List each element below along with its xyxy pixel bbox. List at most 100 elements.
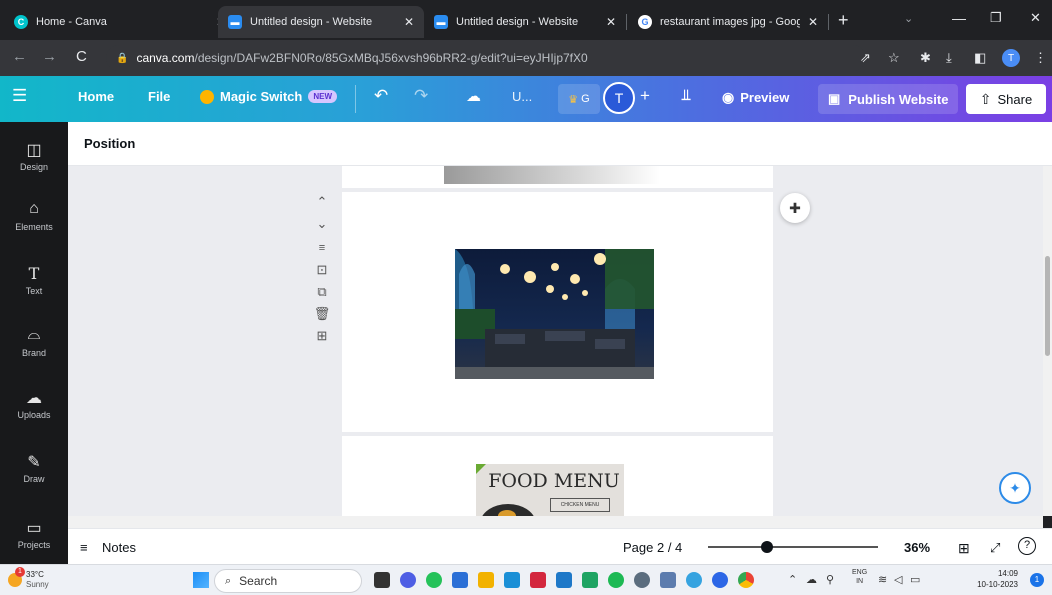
home-link[interactable]: Home	[78, 89, 114, 104]
sidebar-item-draw[interactable]: ✎ Draw	[0, 452, 68, 484]
fullscreen-expand-icon[interactable]: ⤢	[990, 540, 1000, 556]
play-store-icon[interactable]	[582, 572, 598, 588]
weather-widget[interactable]: 1 33°C Sunny	[8, 567, 68, 592]
cloud-icon[interactable]: ☁	[806, 573, 817, 586]
preview-button[interactable]: ◉ Preview	[722, 89, 789, 106]
restore-icon[interactable]: ❐	[990, 10, 1002, 26]
move-up-icon[interactable]: ⌃	[313, 194, 331, 210]
clock[interactable]: 14:09 10-10-2023	[968, 568, 1018, 590]
edge-icon[interactable]	[686, 572, 702, 588]
app-icon[interactable]	[556, 572, 572, 588]
address-bar[interactable]: 🔒 canva.com/design/DAFw2BFN0Ro/85GxMBqJ5…	[106, 45, 866, 71]
sidebar-item-projects[interactable]: ▭ Projects	[0, 518, 68, 550]
upgrade-crown-button[interactable]: ♛ G	[558, 84, 600, 114]
extensions-puzzle-icon[interactable]: ✱	[920, 50, 931, 66]
lock-page-icon[interactable]: ⊡	[313, 262, 331, 278]
microphone-icon[interactable]: ⚲	[826, 573, 834, 586]
sidebar-item-uploads[interactable]: ☁ Uploads	[0, 388, 68, 420]
share-button[interactable]: ⇧ Share	[966, 84, 1046, 114]
restaurant-interior-image[interactable]	[455, 249, 654, 379]
delete-page-icon[interactable]: 🗑	[313, 306, 331, 322]
close-icon[interactable]: ✕	[404, 15, 414, 29]
scroll-thumb[interactable]	[1045, 256, 1050, 356]
side-panel-icon[interactable]: ◧	[974, 50, 986, 66]
download-icon[interactable]: ⤓	[946, 50, 952, 66]
mcafee-icon[interactable]	[530, 572, 546, 588]
page-indicator[interactable]: Page 2 / 4	[623, 540, 682, 555]
redo-icon[interactable]: ↷	[414, 86, 428, 106]
close-icon[interactable]: ✕	[808, 15, 818, 29]
zoom-app-icon[interactable]	[712, 572, 728, 588]
meet-icon[interactable]	[400, 572, 416, 588]
add-collaborator-plus-icon[interactable]: +	[640, 86, 650, 106]
share-page-icon[interactable]: ⇗	[860, 50, 871, 66]
settings-gear-icon[interactable]	[634, 572, 650, 588]
design-title[interactable]: U...	[512, 89, 532, 104]
vertical-scrollbar[interactable]	[1043, 166, 1052, 516]
duplicate-page-icon[interactable]: ⧉	[313, 284, 331, 300]
add-comment-icon[interactable]: ✚	[780, 193, 810, 223]
tab-home-canva[interactable]: C Home - Canva ✕	[4, 6, 236, 38]
sidebar-item-design[interactable]: ◫ Design	[0, 140, 68, 172]
new-tab-plus-icon[interactable]: +	[838, 10, 849, 31]
zoom-slider-knob[interactable]	[760, 541, 773, 553]
tab-google-search[interactable]: G restaurant images jpg - Google S ✕	[628, 6, 828, 38]
notes-button[interactable]: Notes	[102, 540, 136, 555]
whatsapp-icon[interactable]	[426, 572, 442, 588]
position-button[interactable]: Position	[84, 136, 135, 151]
chrome-menu-icon[interactable]: ⋮	[1034, 50, 1047, 66]
zoom-slider-track[interactable]	[708, 541, 878, 553]
profile-avatar[interactable]: T	[1002, 49, 1020, 67]
wifi-icon[interactable]: ≋	[878, 573, 887, 586]
canvas-workspace[interactable]: ⌃ ⌄ ≡ ⊡ ⧉ 🗑 ⊞ FOOD MENU CHICKEN MENU ✚ ⌃…	[68, 166, 1043, 516]
reload-icon[interactable]: C	[76, 48, 87, 65]
spotify-icon[interactable]	[608, 572, 624, 588]
linkedin-icon[interactable]	[504, 572, 520, 588]
battery-icon[interactable]: ▭	[910, 573, 920, 586]
undo-icon[interactable]: ↶	[374, 86, 388, 106]
page-3[interactable]: FOOD MENU CHICKEN MENU	[342, 436, 773, 516]
volume-icon[interactable]: ◁	[894, 573, 902, 586]
insights-chart-icon[interactable]: ⫫	[682, 87, 690, 104]
tab-untitled-design-active[interactable]: ▬ Untitled design - Website ✕	[218, 6, 424, 38]
zoom-level[interactable]: 36%	[904, 540, 930, 555]
page-notes-icon[interactable]: ≡	[313, 242, 331, 254]
magic-switch-button[interactable]: Magic Switch NEW	[200, 89, 338, 104]
show-hidden-icons-chevron-icon[interactable]: ⌃	[788, 573, 797, 586]
language-indicator[interactable]: ENG IN	[852, 568, 867, 586]
notepad-icon[interactable]	[660, 572, 676, 588]
move-down-icon[interactable]: ⌄	[313, 216, 331, 232]
taskbar-search[interactable]: ⌕ Search	[214, 569, 362, 593]
add-page-icon[interactable]: ⊞	[313, 328, 331, 344]
hamburger-menu-icon[interactable]: ☰	[12, 86, 27, 106]
back-arrow-icon[interactable]: ←	[12, 48, 27, 65]
close-icon[interactable]: ✕	[606, 15, 616, 29]
sidebar-item-elements[interactable]: ⌂ Elements	[0, 200, 68, 232]
tab-search-chevron-icon[interactable]: ⌄	[904, 12, 913, 25]
page-1-bottom[interactable]	[342, 166, 773, 188]
magic-assistant-sparkle-icon[interactable]: ✦	[999, 472, 1031, 504]
window-close-icon[interactable]: ✕	[1030, 10, 1041, 26]
page-2[interactable]	[342, 192, 773, 432]
grid-view-icon[interactable]: ⊞	[958, 540, 970, 557]
forward-arrow-icon[interactable]: →	[42, 48, 57, 65]
file-explorer-icon[interactable]	[478, 572, 494, 588]
chrome-icon[interactable]	[738, 572, 754, 588]
sidebar-item-brand[interactable]: ⌓ Brand	[0, 326, 68, 358]
cloud-saved-icon[interactable]: ☁	[466, 87, 481, 105]
publish-website-button[interactable]: ▣ Publish Website	[818, 84, 959, 114]
store-icon[interactable]	[452, 572, 468, 588]
notification-badge[interactable]: 1	[1030, 573, 1044, 587]
user-avatar[interactable]: T	[603, 82, 635, 114]
sidebar-item-text[interactable]: T Text	[0, 264, 68, 296]
file-menu[interactable]: File	[148, 89, 170, 104]
tab-untitled-design[interactable]: ▬ Untitled design - Website ✕	[424, 6, 626, 38]
task-view-icon[interactable]	[374, 572, 390, 588]
help-icon[interactable]: ?	[1018, 537, 1036, 555]
bookmark-star-icon[interactable]: ☆	[888, 50, 900, 66]
minimize-icon[interactable]: —	[952, 10, 966, 26]
windows-start-icon[interactable]	[193, 572, 209, 588]
notes-icon[interactable]: ≡	[80, 540, 88, 555]
food-menu-thumbnail[interactable]: FOOD MENU CHICKEN MENU	[476, 464, 624, 516]
horizontal-scrollbar[interactable]	[68, 516, 1043, 528]
